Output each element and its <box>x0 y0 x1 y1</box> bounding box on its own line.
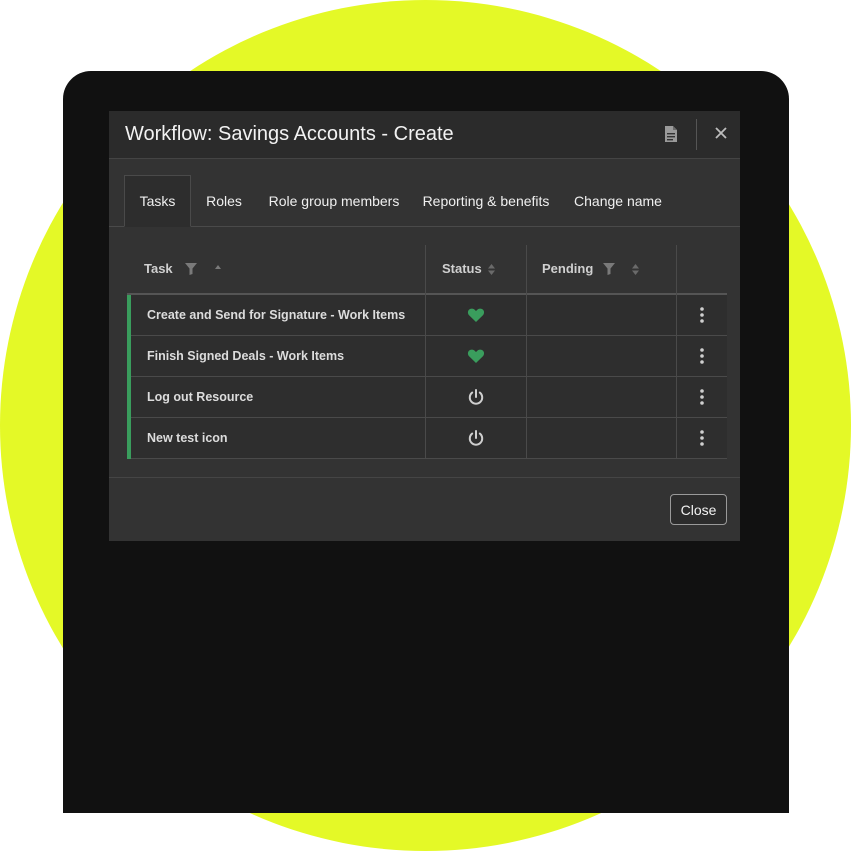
heart-icon <box>467 347 485 365</box>
column-header-pending[interactable]: Pending <box>542 245 593 293</box>
sort-ascending-icon[interactable] <box>215 265 221 270</box>
power-icon <box>467 388 485 406</box>
more-options-icon[interactable] <box>698 388 706 406</box>
tab-roles[interactable]: Roles <box>197 176 251 226</box>
row-accent <box>127 377 131 418</box>
table-row[interactable]: Log out Resource <box>127 377 727 418</box>
workflow-dialog: Workflow: Savings Accounts - Create Task… <box>109 111 740 541</box>
column-header-status[interactable]: Status <box>442 245 482 293</box>
column-header-task-label: Task <box>144 261 173 276</box>
tab-reporting-benefits[interactable]: Reporting & benefits <box>418 176 554 226</box>
filter-icon[interactable] <box>603 263 615 275</box>
power-icon <box>467 429 485 447</box>
close-icon[interactable] <box>713 125 729 141</box>
table-row[interactable]: New test icon <box>127 418 727 459</box>
column-header-task[interactable]: Task <box>144 245 173 293</box>
task-grid: Task Status Pending Create and Send for … <box>127 245 727 459</box>
heart-icon <box>467 306 485 324</box>
column-divider <box>676 245 677 459</box>
tab-change-name[interactable]: Change name <box>568 176 668 226</box>
column-divider <box>425 245 426 459</box>
task-name[interactable]: New test icon <box>147 418 228 458</box>
document-icon[interactable] <box>664 125 678 143</box>
column-header-pending-label: Pending <box>542 261 594 276</box>
row-accent <box>127 295 131 336</box>
more-options-icon[interactable] <box>698 306 706 324</box>
sort-icon[interactable] <box>632 264 639 275</box>
row-accent <box>127 418 131 459</box>
column-divider <box>526 245 527 459</box>
task-name[interactable]: Create and Send for Signature - Work Ite… <box>147 295 405 335</box>
tab-tasks[interactable]: Tasks <box>124 175 191 227</box>
sort-icon[interactable] <box>488 264 495 275</box>
table-row[interactable]: Create and Send for Signature - Work Ite… <box>127 295 727 336</box>
dialog-header: Workflow: Savings Accounts - Create <box>109 111 740 159</box>
column-header-status-label: Status <box>442 261 482 276</box>
more-options-icon[interactable] <box>698 429 706 447</box>
close-button[interactable]: Close <box>670 494 727 525</box>
more-options-icon[interactable] <box>698 347 706 365</box>
tab-role-group-members[interactable]: Role group members <box>264 176 404 226</box>
dialog-title: Workflow: Savings Accounts - Create <box>125 123 454 145</box>
task-name[interactable]: Finish Signed Deals - Work Items <box>147 336 344 376</box>
tab-bar: Tasks Roles Role group members Reporting… <box>109 159 740 227</box>
task-name[interactable]: Log out Resource <box>147 377 253 417</box>
filter-icon[interactable] <box>185 263 197 275</box>
header-divider <box>696 119 697 150</box>
table-row[interactable]: Finish Signed Deals - Work Items <box>127 336 727 377</box>
row-accent <box>127 336 131 377</box>
footer-divider <box>109 477 740 478</box>
